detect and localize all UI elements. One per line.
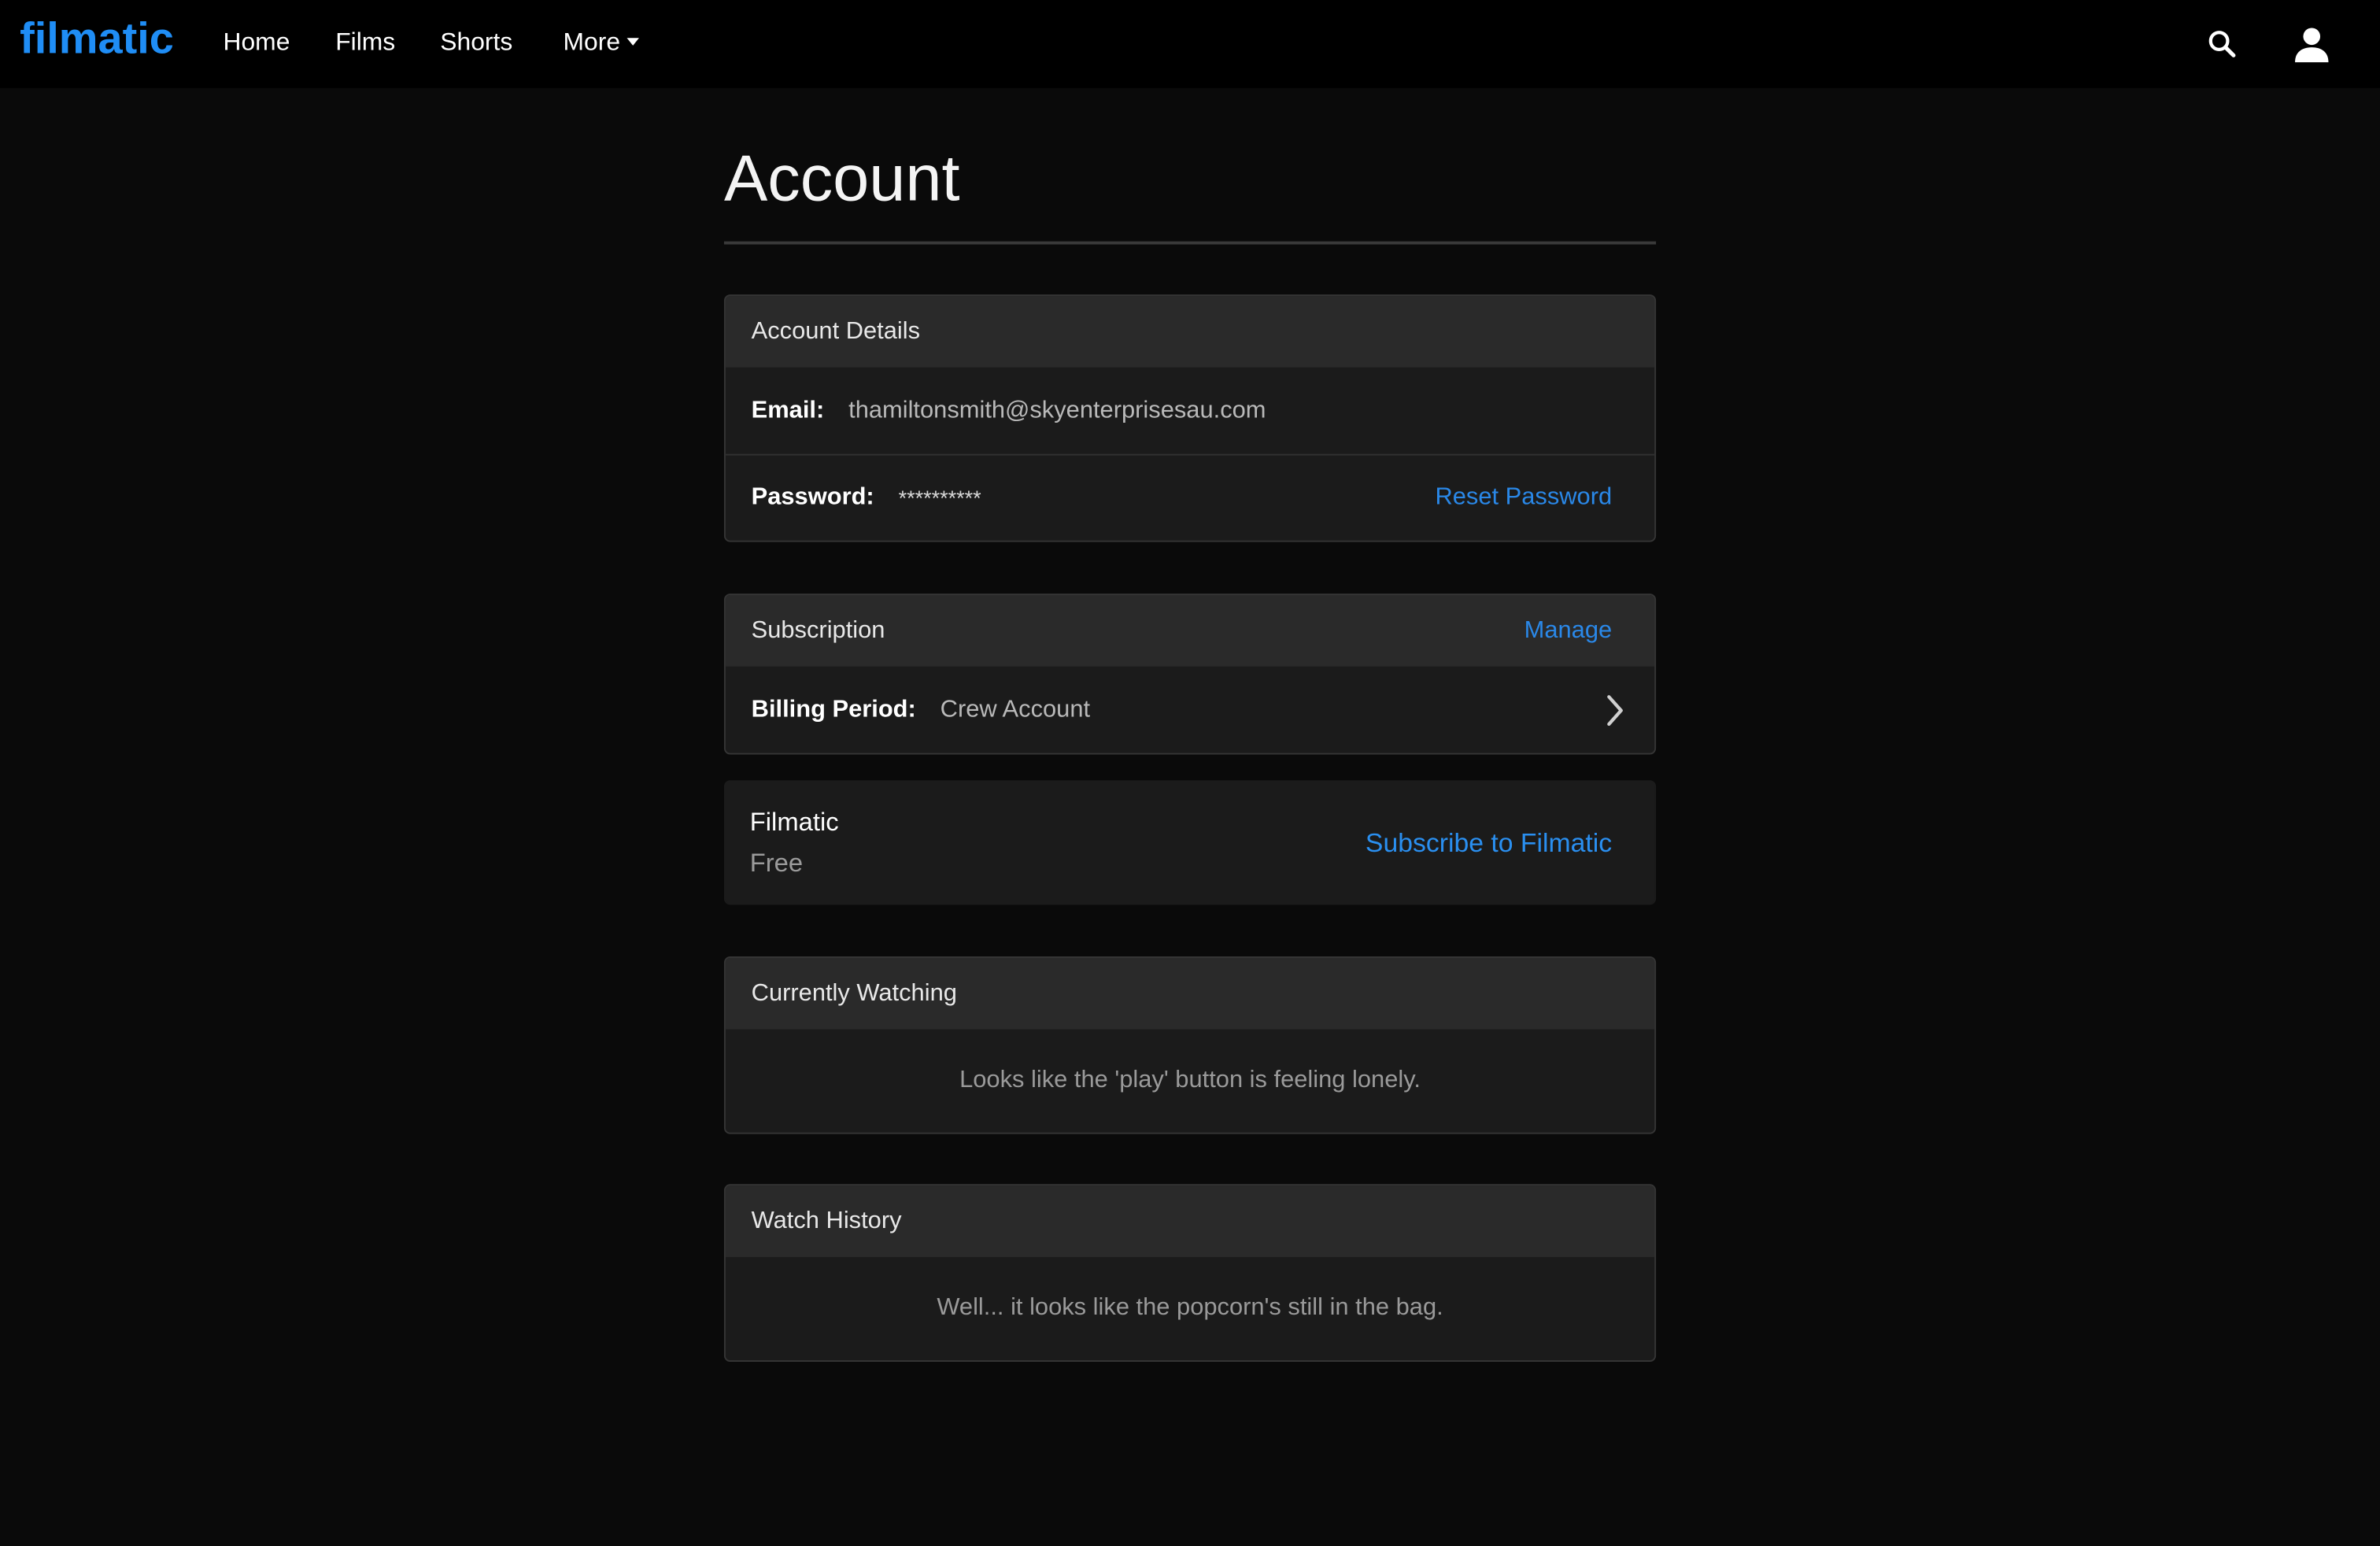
billing-period-row[interactable]: Billing Period: Crew Account <box>726 667 1654 753</box>
currently-watching-card: Currently Watching Looks like the 'play'… <box>723 956 1657 1134</box>
manage-subscription-link[interactable]: Manage <box>1524 617 1613 645</box>
title-divider <box>723 241 1657 245</box>
plan-name: Filmatic <box>749 807 839 836</box>
subscription-header: Subscription Manage <box>725 595 1655 667</box>
watch-history-title: Watch History <box>751 1208 902 1233</box>
password-value: ********** <box>898 486 981 511</box>
email-row: Email: thamiltonsmith@skyenterprisesau.c… <box>726 368 1654 454</box>
account-details-card: Account Details Email: thamiltonsmith@sk… <box>723 294 1657 542</box>
search-button[interactable] <box>2200 21 2245 67</box>
search-icon <box>2208 31 2236 57</box>
nav-more-dropdown[interactable]: More <box>564 29 639 58</box>
email-label: Email: <box>751 397 825 423</box>
watch-history-card: Watch History Well... it looks like the … <box>723 1184 1657 1362</box>
watch-history-empty-message: Well... it looks like the popcorn's stil… <box>937 1295 1443 1321</box>
user-icon <box>2295 28 2329 63</box>
account-details-header: Account Details <box>725 296 1655 368</box>
billing-period-value: Crew Account <box>940 696 1091 723</box>
caret-down-icon <box>626 38 639 46</box>
billing-period-label: Billing Period: <box>751 696 916 723</box>
subscribe-link[interactable]: Subscribe to Filmatic <box>1366 827 1612 859</box>
nav-link-shorts[interactable]: Shorts <box>440 29 512 58</box>
plan-tier: Free <box>749 848 804 877</box>
top-navbar: filmatic Home Films Shorts More <box>0 0 2380 88</box>
filmatic-logo[interactable]: filmatic <box>20 15 174 65</box>
email-value: thamiltonsmith@skyenterprisesau.com <box>848 397 1266 423</box>
nav-link-films[interactable]: Films <box>335 29 395 58</box>
plan-info: Filmatic Free <box>750 807 839 878</box>
chevron-right-icon <box>1607 694 1623 726</box>
currently-watching-header: Currently Watching <box>725 957 1655 1030</box>
nav-link-home[interactable]: Home <box>224 29 290 58</box>
subscription-card: Subscription Manage Billing Period: Crew… <box>723 594 1657 755</box>
watch-history-header: Watch History <box>725 1185 1655 1257</box>
subscription-title: Subscription <box>751 616 885 643</box>
page: filmatic Home Films Shorts More Account … <box>0 0 2380 1545</box>
reset-password-link[interactable]: Reset Password <box>1435 484 1612 512</box>
plan-card: Filmatic Free Subscribe to Filmatic <box>723 780 1657 905</box>
nav-more-label: More <box>563 28 621 57</box>
password-label: Password: <box>751 484 874 511</box>
currently-watching-empty-message: Looks like the 'play' button is feeling … <box>959 1067 1421 1093</box>
password-row: Password: ********** Reset Password <box>725 453 1655 541</box>
user-account-button[interactable] <box>2289 21 2334 67</box>
currently-watching-title: Currently Watching <box>751 979 957 1006</box>
account-details-title: Account Details <box>751 318 921 344</box>
page-title: Account <box>723 142 960 216</box>
